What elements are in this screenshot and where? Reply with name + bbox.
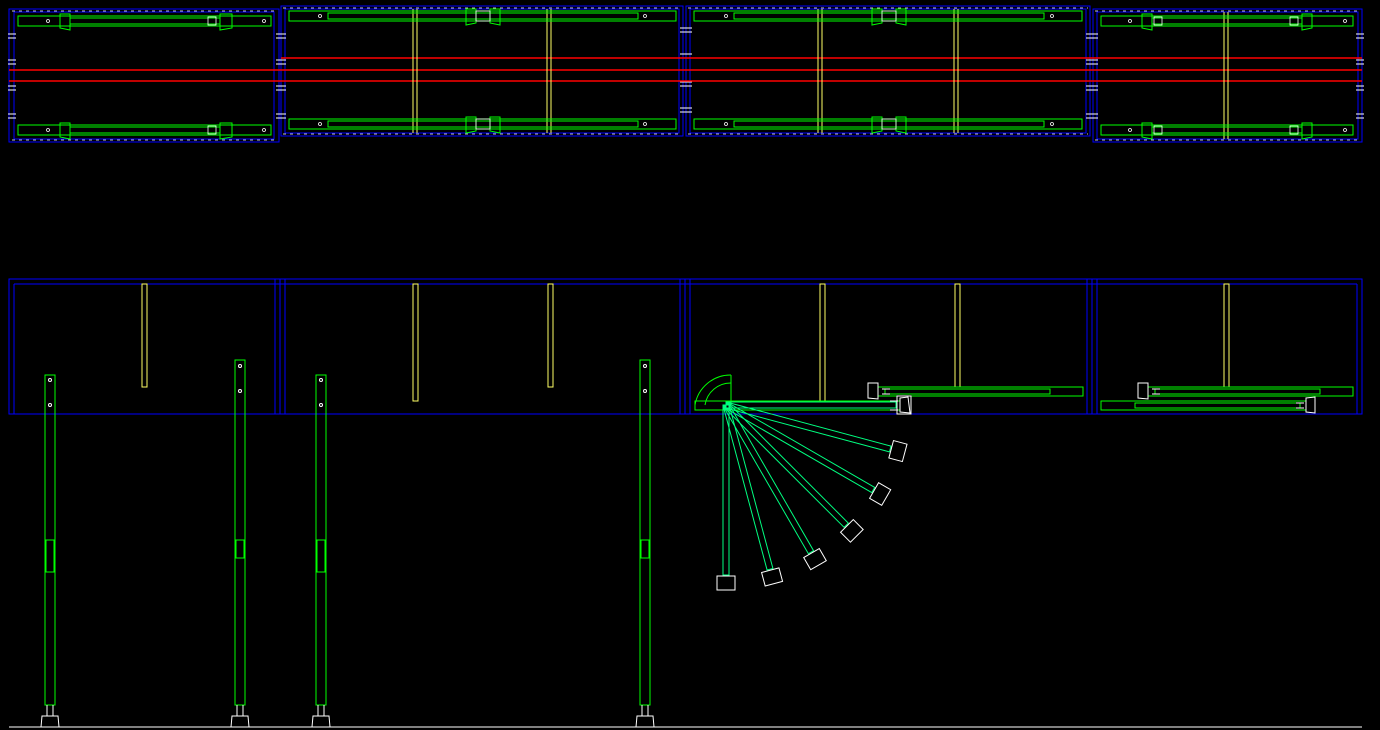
elevation-view: [8, 278, 1363, 728]
swing-arm-head-5: [760, 567, 784, 587]
swing-arm-head-3: [839, 518, 864, 543]
swing-arm-positions: [716, 395, 912, 591]
swing-arm-3: [723, 402, 850, 529]
swing-arm-head-6: [716, 575, 736, 591]
stowed-arms: [694, 386, 1354, 411]
swing-pivot: [694, 374, 732, 406]
swing-arm-6: [722, 404, 730, 576]
post-feet: [40, 364, 655, 728]
cad-drawing-canvas: [8, 5, 1364, 728]
swing-arm-5: [722, 403, 774, 571]
swing-arm-head-1: [888, 439, 908, 463]
plan-view: [8, 5, 1364, 143]
swing-arm-0: [725, 401, 897, 409]
vertical-posts: [44, 359, 651, 706]
